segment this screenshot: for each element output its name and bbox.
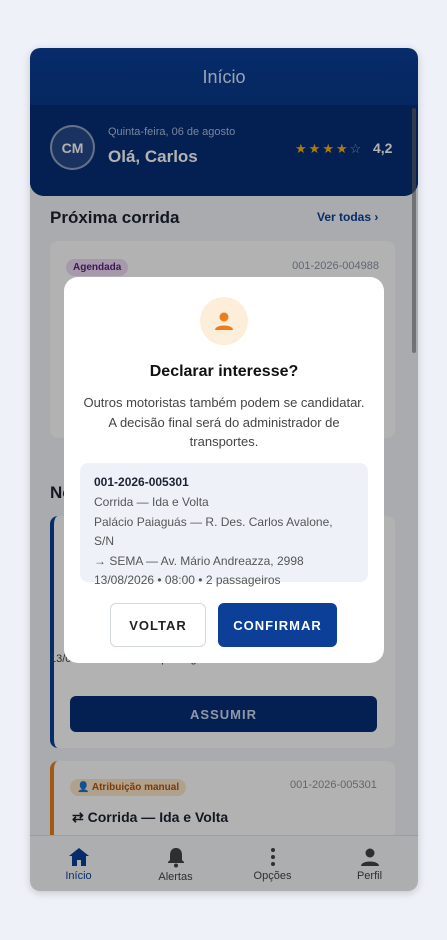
dialog-message: Outros motoristas também podem se candid… bbox=[83, 395, 365, 449]
back-button[interactable]: VOLTAR bbox=[110, 603, 206, 647]
dialog-icon bbox=[200, 297, 248, 345]
ride-code: 001-2026-005301 bbox=[94, 475, 189, 489]
confirm-interest-dialog: Declarar interesse? Outros motoristas ta… bbox=[64, 277, 384, 663]
ride-type: Corrida — Ida e Volta bbox=[94, 495, 209, 509]
ride-origin: Palácio Paiaguás — R. Des. Carlos Avalon… bbox=[94, 514, 333, 549]
ride-destination: → SEMA — Av. Mário Andreazza, 2998 bbox=[94, 553, 304, 568]
dialog-title: Declarar interesse? bbox=[149, 363, 299, 380]
confirm-button[interactable]: CONFIRMAR bbox=[218, 603, 337, 647]
person-icon bbox=[215, 312, 233, 330]
ride-details: 001-2026-005301 Corrida — Ida e Volta Pa… bbox=[80, 463, 368, 587]
ride-schedule: 13/08/2026 • 08:00 • 2 passageiros bbox=[94, 573, 281, 587]
